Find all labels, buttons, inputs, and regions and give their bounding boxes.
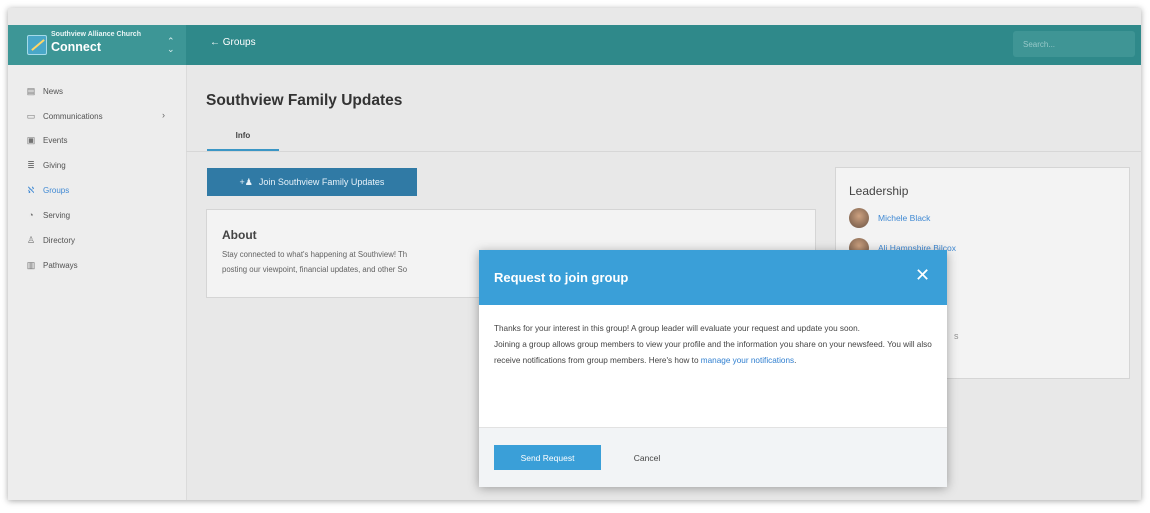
manage-notifications-link[interactable]: manage your notifications bbox=[701, 356, 794, 365]
dialog-body: Thanks for your interest in this group! … bbox=[494, 321, 934, 369]
cancel-button[interactable]: Cancel bbox=[617, 445, 677, 470]
dialog-paragraph: Thanks for your interest in this group! … bbox=[494, 324, 860, 333]
dialog-footer: Send Request Cancel bbox=[479, 427, 947, 487]
close-icon[interactable]: ✕ bbox=[915, 265, 930, 285]
dialog-title: Request to join group bbox=[494, 270, 629, 285]
send-request-button[interactable]: Send Request bbox=[494, 445, 601, 470]
request-to-join-dialog: Request to join group ✕ Thanks for your … bbox=[479, 250, 947, 487]
dialog-header: Request to join group ✕ bbox=[479, 250, 947, 305]
app-window: Southview Alliance Church Connect ⌃ ⌄ ← G… bbox=[8, 8, 1141, 500]
dialog-paragraph: Joining a group allows group members to … bbox=[494, 337, 934, 369]
link-suffix: . bbox=[794, 356, 797, 365]
